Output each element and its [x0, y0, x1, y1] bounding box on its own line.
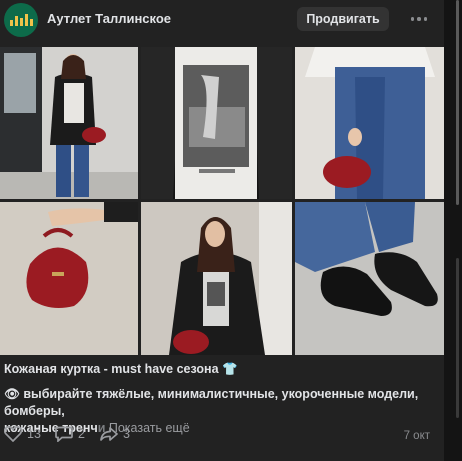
group-name[interactable]: Аутлет Таллинское	[47, 11, 171, 26]
post-photo[interactable]	[0, 202, 138, 355]
post-photo[interactable]	[0, 47, 138, 199]
photo-grid	[0, 47, 444, 355]
scrollbar-track-secondary	[456, 258, 459, 418]
post-photo[interactable]	[141, 202, 292, 355]
post-card: Аутлет Таллинское Продвигать Кожаная кур…	[0, 0, 444, 461]
more-icon[interactable]	[409, 11, 429, 27]
share-button[interactable]: 3	[100, 426, 130, 442]
like-count: 13	[27, 427, 41, 441]
like-button[interactable]: 13	[4, 426, 41, 442]
share-icon	[100, 427, 118, 441]
group-avatar[interactable]	[4, 3, 38, 37]
avatar-logo-icon	[9, 14, 33, 26]
comment-count: 2	[78, 427, 85, 441]
share-count: 3	[123, 427, 130, 441]
post-header: Аутлет Таллинское Продвигать	[0, 0, 444, 40]
post-title: Кожаная куртка - must have сезона 👕	[4, 362, 238, 376]
post-photo[interactable]	[295, 202, 444, 355]
comment-icon	[55, 426, 73, 442]
page-scrollbar[interactable]	[448, 0, 462, 461]
comment-button[interactable]: 2	[55, 426, 85, 442]
scrollbar-thumb[interactable]	[456, 0, 459, 205]
post-text-line: 👁 выбирайте тяжёлые, минималистичные, ук…	[4, 387, 419, 418]
post-photo[interactable]	[295, 47, 444, 199]
promote-button[interactable]: Продвигать	[297, 7, 389, 31]
post-actions: 13 2 3	[4, 426, 434, 446]
heart-icon	[4, 426, 22, 442]
post-date[interactable]: 7 окт	[404, 430, 430, 442]
post-photo[interactable]	[141, 47, 292, 199]
